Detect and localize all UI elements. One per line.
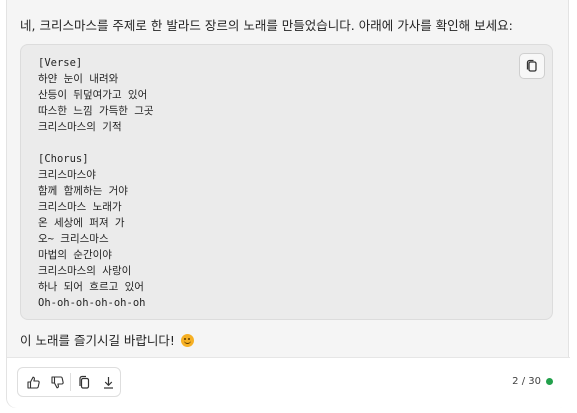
copy-icon [77, 375, 92, 390]
response-intro-text: 네, 크리스마스를 주제로 한 발라드 장르의 노래를 만들었습니다. 아래에 … [20, 18, 513, 33]
download-icon [101, 375, 116, 390]
download-button[interactable] [96, 368, 120, 396]
action-divider [70, 373, 71, 391]
lyric-line: 크리스마스의 사랑이 [38, 265, 132, 277]
lyrics-code-block: [Verse] 하얀 눈이 내려와산등이 뒤덮여가고 있어따스한 느낌 가득한 그… [20, 44, 553, 320]
closing-sentence: 이 노래를 즐기시길 바랍니다! [20, 333, 175, 348]
lyric-line: 하나 되어 흐르고 있어 [38, 281, 144, 293]
lyric-line: 하얀 눈이 내려와 [38, 73, 119, 85]
lyric-line: 오~ 크리스마스 [38, 233, 109, 245]
thumbs-down-icon [50, 375, 65, 390]
thumbs-up-icon [26, 375, 41, 390]
code-copy-button[interactable] [519, 53, 545, 79]
like-button[interactable] [21, 368, 45, 396]
copy-response-button[interactable] [72, 368, 96, 396]
lyric-line: 온 세상에 퍼져 가 [38, 217, 125, 229]
copy-icon [525, 59, 539, 73]
lyric-line: 따스한 느낌 가득한 그곳 [38, 105, 154, 117]
lyric-line [38, 135, 154, 151]
lyric-line: 크리스마스 노래가 [38, 201, 122, 213]
response-count-text: 2 / 30 [512, 376, 541, 387]
feedback-action-group [17, 367, 121, 397]
dislike-button[interactable] [45, 368, 69, 396]
lyric-line: 크리스마스야 [38, 169, 96, 181]
lyric-line: [Chorus] [38, 153, 89, 165]
lyric-line: 산등이 뒤덮여가고 있어 [38, 89, 148, 101]
lyric-line: 크리스마스의 기적 [38, 121, 122, 133]
response-closing-text: 이 노래를 즐기시길 바랍니다! [20, 332, 194, 350]
response-counter: 2 / 30 [512, 376, 553, 387]
response-toolbar: 2 / 30 [7, 357, 570, 408]
status-indicator-dot [546, 378, 553, 385]
lyric-line: [Verse] [38, 57, 83, 69]
smiling-face-emoji [180, 334, 194, 347]
lyric-line: 함께 함께하는 거야 [38, 185, 128, 197]
chat-response-card: 네, 크리스마스를 주제로 한 발라드 장르의 노래를 만들었습니다. 아래에 … [6, 0, 570, 408]
lyrics-text: [Verse] 하얀 눈이 내려와산등이 뒤덮여가고 있어따스한 느낌 가득한 그… [38, 55, 154, 311]
lyric-line: Oh-oh-oh-oh-oh-oh [38, 297, 146, 309]
lyric-line: 마법의 순간이야 [38, 249, 112, 261]
